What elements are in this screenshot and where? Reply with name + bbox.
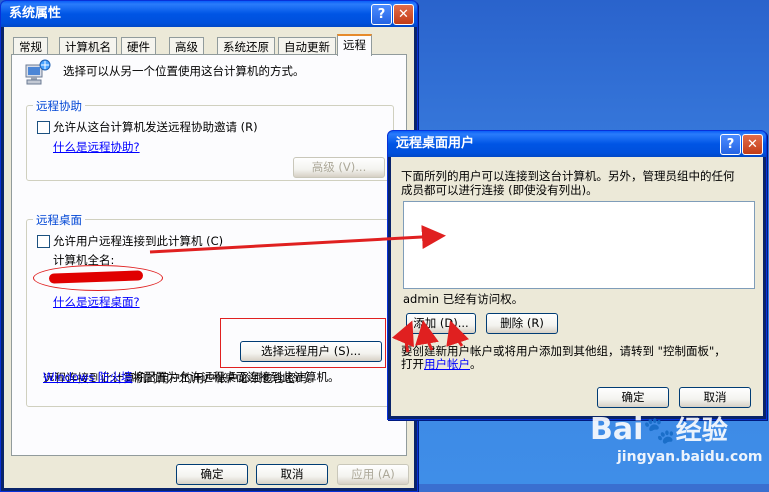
red-arrow-1 — [391, 320, 414, 353]
baidu-watermark-brand: Bai🐾经验 — [590, 410, 728, 447]
paw-icon: 🐾 — [643, 416, 676, 446]
red-arrow-main — [149, 225, 446, 254]
baidu-brand-suffix: 经验 — [675, 416, 728, 446]
tab-remote[interactable]: 远程 — [337, 34, 372, 56]
red-arrow-3 — [446, 320, 470, 347]
red-arrow-2 — [415, 320, 439, 351]
baidu-brand: Bai — [590, 412, 644, 447]
baidu-watermark-url: jingyan.baidu.com — [617, 449, 763, 465]
